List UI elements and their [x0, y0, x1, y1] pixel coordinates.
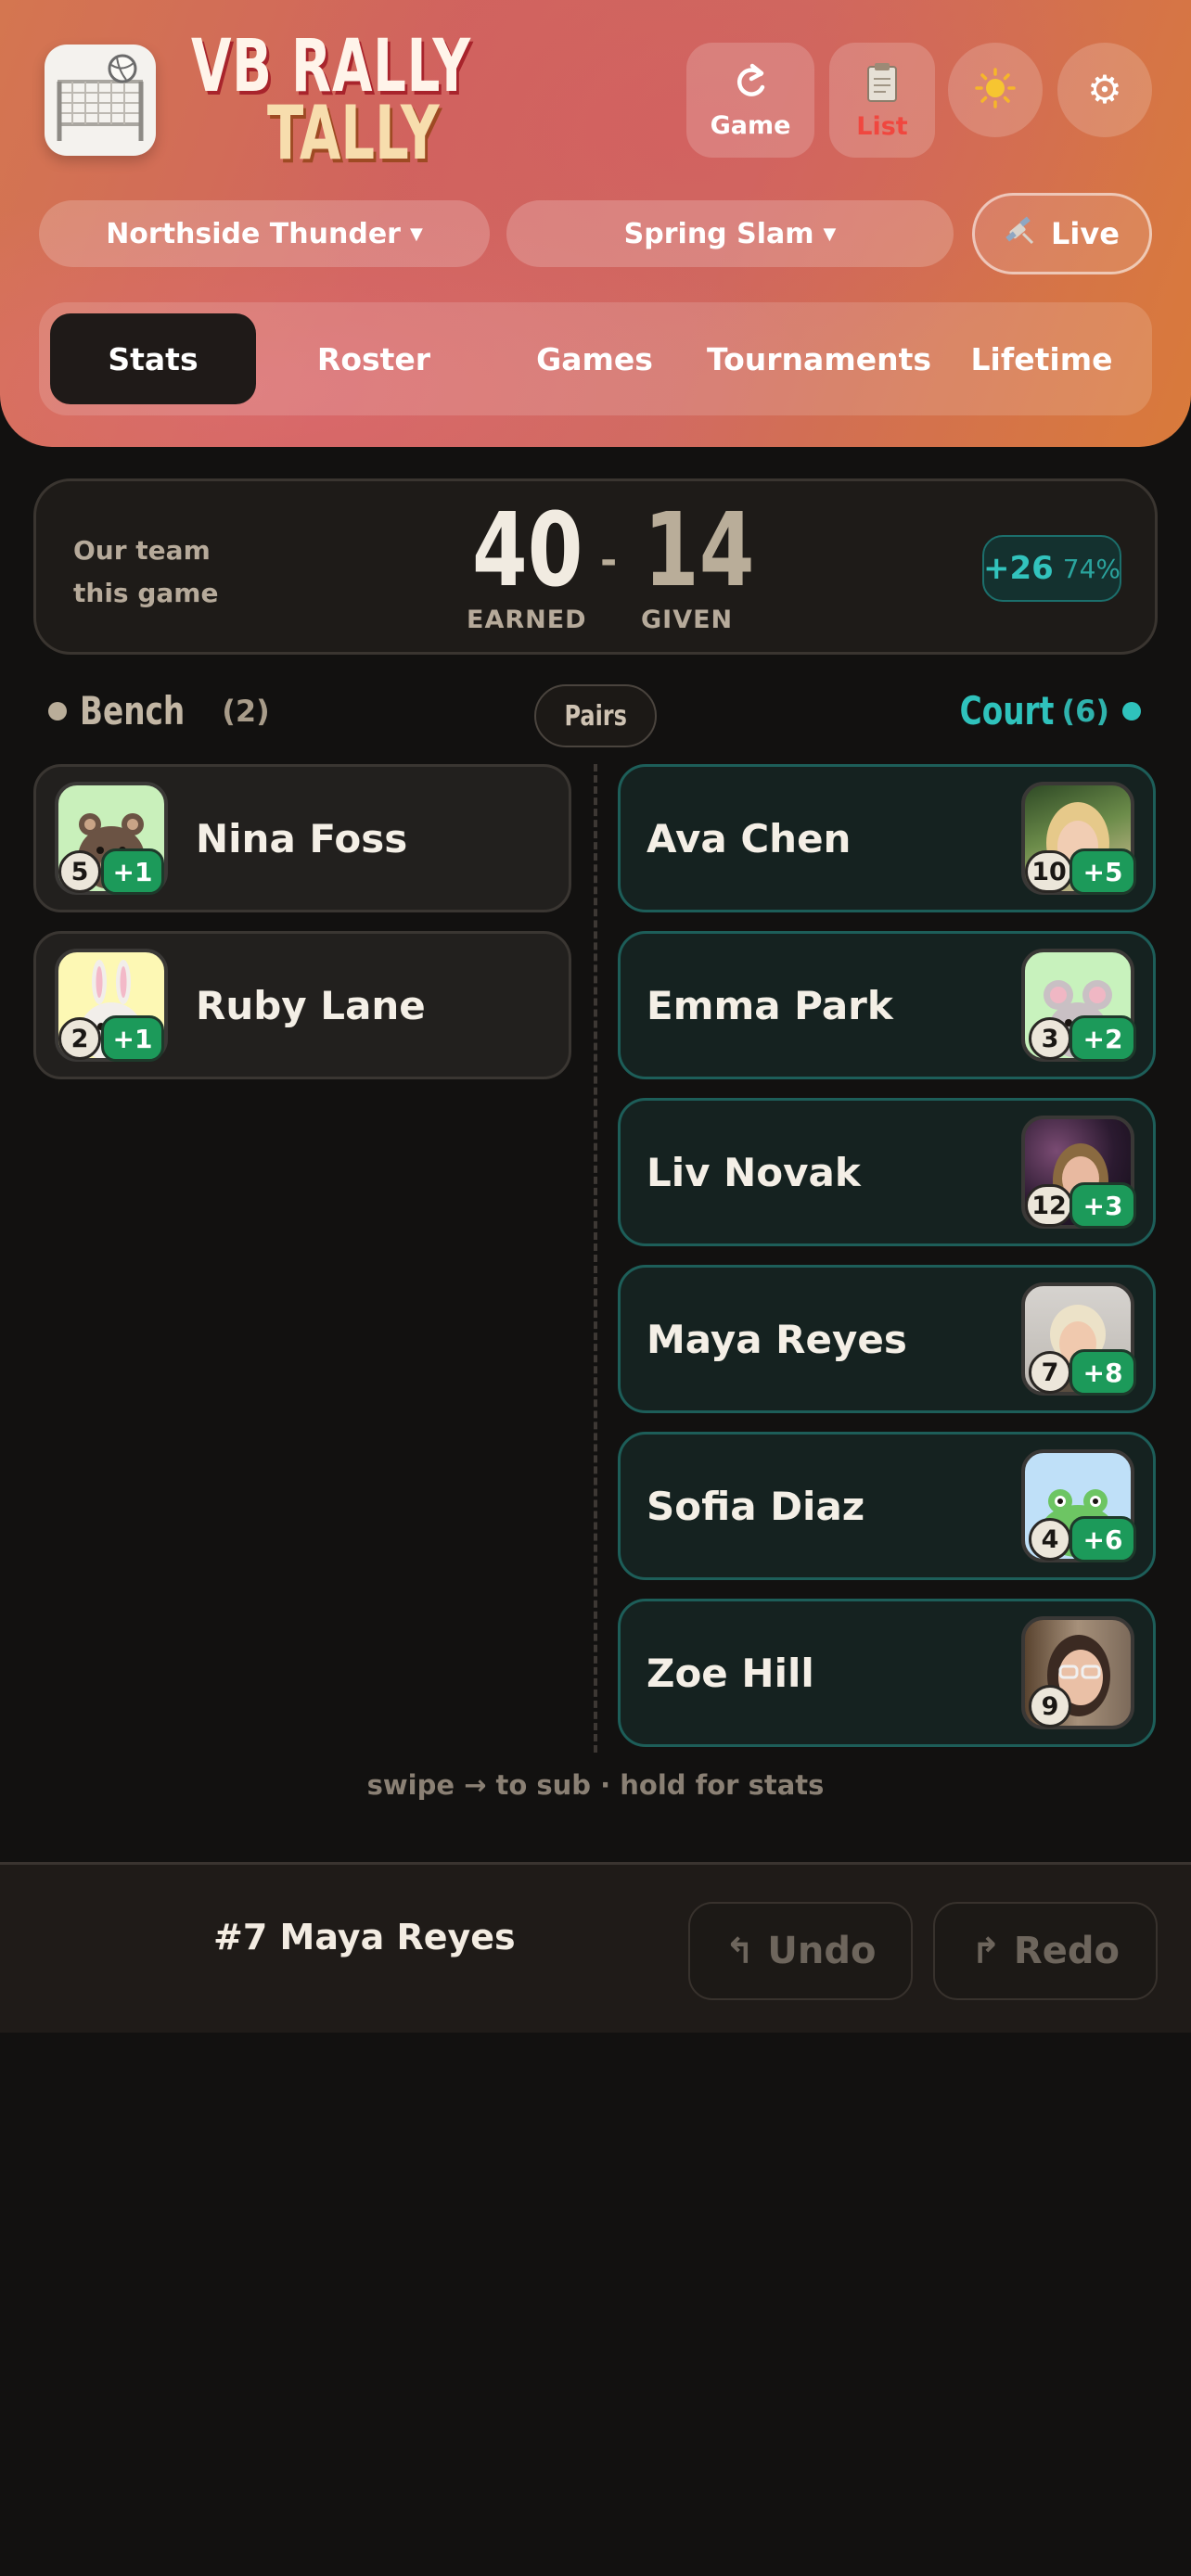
plus-minus-badge: +5 [1069, 848, 1136, 895]
undo-button[interactable]: ↰ Undo [688, 1902, 913, 2000]
pairs-button[interactable]: Pairs [534, 684, 657, 747]
earned-score: 40 [472, 491, 583, 609]
pairs-label: Pairs [564, 699, 627, 733]
bench-dot-icon [48, 701, 67, 721]
court-player-card[interactable]: Ava Chen 10 +5 [618, 764, 1156, 912]
tab-games[interactable]: Games [492, 313, 698, 404]
jersey-number-badge: 5 [58, 850, 101, 893]
sun-icon [974, 67, 1017, 113]
plus-minus-badge: +1 [101, 848, 164, 895]
tournament-selector-label: Spring Slam [623, 217, 814, 250]
tab-tournaments[interactable]: Tournaments [705, 313, 933, 404]
given-score: 14 [644, 491, 755, 609]
chevron-down-icon: ▼ [409, 223, 423, 244]
score-caption-line2: this game [73, 578, 219, 608]
team-selector[interactable]: Northside Thunder ▼ [39, 200, 490, 267]
chevron-down-icon: ▼ [823, 223, 837, 244]
redo-label: Redo [1013, 1930, 1120, 1972]
bench-header: Bench (2) [48, 688, 270, 733]
player-name: Ava Chen [647, 815, 852, 861]
settings-button[interactable]: ⚙ [1057, 43, 1152, 137]
player-name: Ruby Lane [196, 982, 426, 1028]
court-player-card[interactable]: Emma Park 3 +2 [618, 931, 1156, 1079]
redo-button[interactable]: ↱ Redo [933, 1902, 1158, 2000]
tab-lifetime[interactable]: Lifetime [941, 313, 1143, 404]
new-game-button[interactable]: Game [686, 43, 814, 158]
tab-bar: Stats Roster Games Tournaments Lifetime [39, 302, 1152, 415]
list-button[interactable]: List [829, 43, 935, 158]
redo-arrow-icon: ↱ [971, 1931, 1001, 1971]
theme-toggle-button[interactable] [948, 43, 1043, 137]
player-name: Nina Foss [196, 815, 408, 861]
gear-icon: ⚙ [1087, 67, 1122, 112]
selected-player-label: #7 Maya Reyes [213, 1917, 516, 1958]
live-button[interactable]: Live [972, 193, 1152, 274]
court-player-card[interactable]: Liv Novak 12 +3 [618, 1098, 1156, 1246]
satellite-icon [1005, 213, 1038, 254]
jersey-number-badge: 3 [1029, 1017, 1071, 1060]
jersey-number-badge: 10 [1025, 850, 1073, 893]
score-separator: - [600, 537, 618, 584]
earned-percentage: 74% [1062, 553, 1121, 584]
court-player-card[interactable]: Zoe Hill 9 [618, 1599, 1156, 1747]
bench-title: Bench [80, 688, 186, 733]
plus-minus-badge: +3 [1069, 1182, 1136, 1229]
action-footer: #7 Maya Reyes ↰ Undo ↱ Redo [0, 1862, 1191, 2033]
score-caption-line1: Our team [73, 535, 211, 566]
bench-count: (2) [222, 693, 270, 729]
earned-label: EARNED [467, 606, 587, 634]
undo-label: Undo [767, 1930, 877, 1972]
plus-minus-badge: +2 [1069, 1015, 1136, 1062]
given-label: GIVEN [641, 606, 734, 634]
player-name: Sofia Diaz [647, 1483, 865, 1529]
jersey-number-badge: 4 [1029, 1518, 1071, 1561]
tab-stats[interactable]: Stats [50, 313, 256, 404]
list-label: List [856, 111, 908, 141]
point-differential: +26 [982, 550, 1054, 587]
refresh-icon [730, 61, 771, 106]
court-dot-icon [1122, 701, 1141, 721]
score-caption: Our team this game [73, 529, 296, 615]
bench-player-card[interactable]: 2 +1 Ruby Lane [33, 931, 571, 1079]
point-differential-badge: +26 74% [982, 535, 1121, 602]
jersey-number-badge: 2 [58, 1017, 101, 1060]
plus-minus-badge: +1 [101, 1015, 164, 1062]
new-game-label: Game [710, 110, 791, 140]
undo-arrow-icon: ↰ [724, 1931, 755, 1971]
court-title: Court [959, 688, 1055, 733]
player-name: Liv Novak [647, 1149, 861, 1195]
clipboard-icon [864, 60, 901, 107]
court-player-card[interactable]: Maya Reyes 7 +8 [618, 1265, 1156, 1413]
plus-minus-badge: +6 [1069, 1516, 1136, 1562]
bench-player-card[interactable]: 5 +1 Nina Foss [33, 764, 571, 912]
player-name: Emma Park [647, 982, 893, 1028]
game-score-card: Our team this game 40 - 14 EARNED GIVEN … [33, 478, 1158, 655]
player-name: Maya Reyes [647, 1316, 907, 1362]
bench-court-divider [594, 764, 597, 1753]
app-title-line2: TALLY [267, 90, 440, 176]
jersey-number-badge: 12 [1025, 1184, 1073, 1227]
court-count: (6) [1061, 693, 1109, 729]
tournament-selector[interactable]: Spring Slam ▼ [506, 200, 954, 267]
plus-minus-badge: +8 [1069, 1349, 1136, 1396]
gesture-hint: swipe → to sub · hold for stats [366, 1769, 825, 1801]
volleyball-net-logo-icon [45, 45, 156, 156]
team-selector-label: Northside Thunder [106, 217, 401, 250]
player-name: Zoe Hill [647, 1650, 814, 1696]
jersey-number-badge: 9 [1029, 1685, 1071, 1728]
court-header: Court (6) [933, 688, 1141, 733]
jersey-number-badge: 7 [1029, 1351, 1071, 1394]
tab-roster[interactable]: Roster [271, 313, 477, 404]
court-player-card[interactable]: Sofia Diaz 4 +6 [618, 1432, 1156, 1580]
app-header: VB RALLY TALLY Game List ⚙ Northside Thu… [0, 0, 1191, 447]
live-label: Live [1051, 216, 1120, 251]
